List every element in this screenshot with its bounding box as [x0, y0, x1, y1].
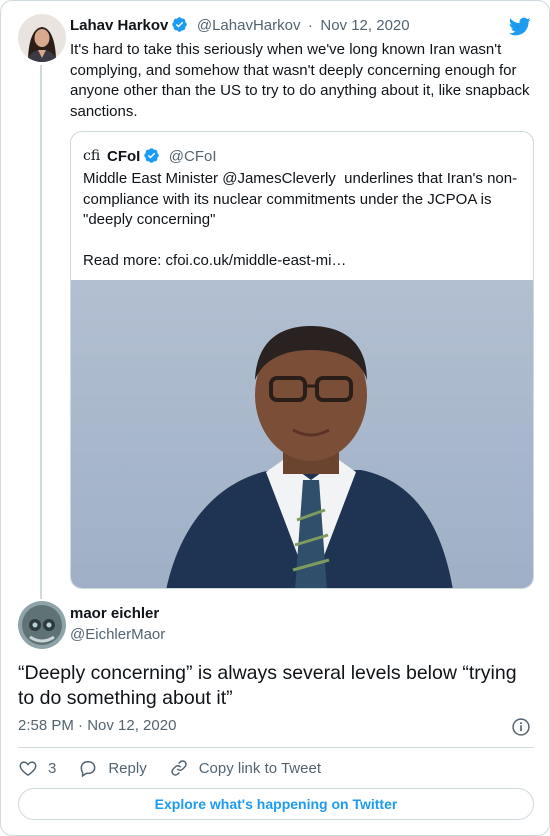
- parent-tweet-date[interactable]: Nov 12, 2020: [320, 17, 409, 34]
- reply-button[interactable]: Reply: [78, 758, 147, 778]
- copy-link-label: Copy link to Tweet: [198, 759, 321, 777]
- quoted-author-logo[interactable]: cfi: [83, 145, 103, 165]
- divider: [18, 747, 534, 748]
- quoted-author-handle[interactable]: @CFoI: [169, 148, 217, 165]
- verified-badge-icon: [172, 17, 188, 32]
- cfi-logo-text: cfi: [83, 148, 101, 164]
- twitter-bird-icon[interactable]: [508, 15, 531, 38]
- parent-tweet-text: It's hard to take this seriously when we…: [70, 41, 530, 120]
- main-author-name[interactable]: maor eichler: [70, 605, 159, 622]
- main-author-handle[interactable]: @EichlerMaor: [70, 626, 165, 643]
- tweet-actions-bar: 3 Reply Copy link to Tweet: [18, 758, 343, 778]
- parent-author-handle[interactable]: @LahavHarkov: [197, 17, 301, 34]
- parent-tweet-header: Lahav Harkov @LahavHarkov · Nov 12, 2020: [70, 16, 410, 35]
- reply-label: Reply: [108, 759, 147, 777]
- info-icon[interactable]: [511, 717, 531, 737]
- reply-bubble-icon: [80, 761, 96, 778]
- like-count: 3: [48, 759, 57, 777]
- thread-connector-line: [40, 65, 42, 599]
- parent-author-avatar[interactable]: [18, 14, 66, 62]
- quoted-tweet-header: cfi CFoI @CFoI: [83, 145, 217, 166]
- separator-dot: ·: [307, 17, 313, 34]
- verified-badge-icon: [144, 148, 160, 163]
- copy-link-button[interactable]: Copy link to Tweet: [169, 758, 321, 778]
- quoted-tweet-portrait-image[interactable]: [71, 280, 534, 589]
- like-button[interactable]: 3: [18, 758, 56, 778]
- explore-twitter-button[interactable]: Explore what's happening on Twitter: [18, 788, 534, 820]
- main-tweet-text: “Deeply concerning” is always several le…: [18, 662, 517, 709]
- quoted-tweet[interactable]: cfi CFoI @CFoI Middle East Minister @Jam…: [70, 131, 534, 589]
- link-icon: [170, 760, 187, 776]
- parent-author-name[interactable]: Lahav Harkov: [70, 17, 168, 34]
- heart-icon: [19, 761, 37, 776]
- main-author-avatar[interactable]: [18, 601, 66, 649]
- tweet-embed-card: Lahav Harkov @LahavHarkov · Nov 12, 2020…: [0, 0, 550, 836]
- quoted-tweet-text: Middle East Minister @JamesCleverly unde…: [83, 170, 518, 269]
- main-tweet-timestamp[interactable]: 2:58 PM · Nov 12, 2020: [18, 717, 176, 734]
- quoted-author-name[interactable]: CFoI: [107, 148, 140, 165]
